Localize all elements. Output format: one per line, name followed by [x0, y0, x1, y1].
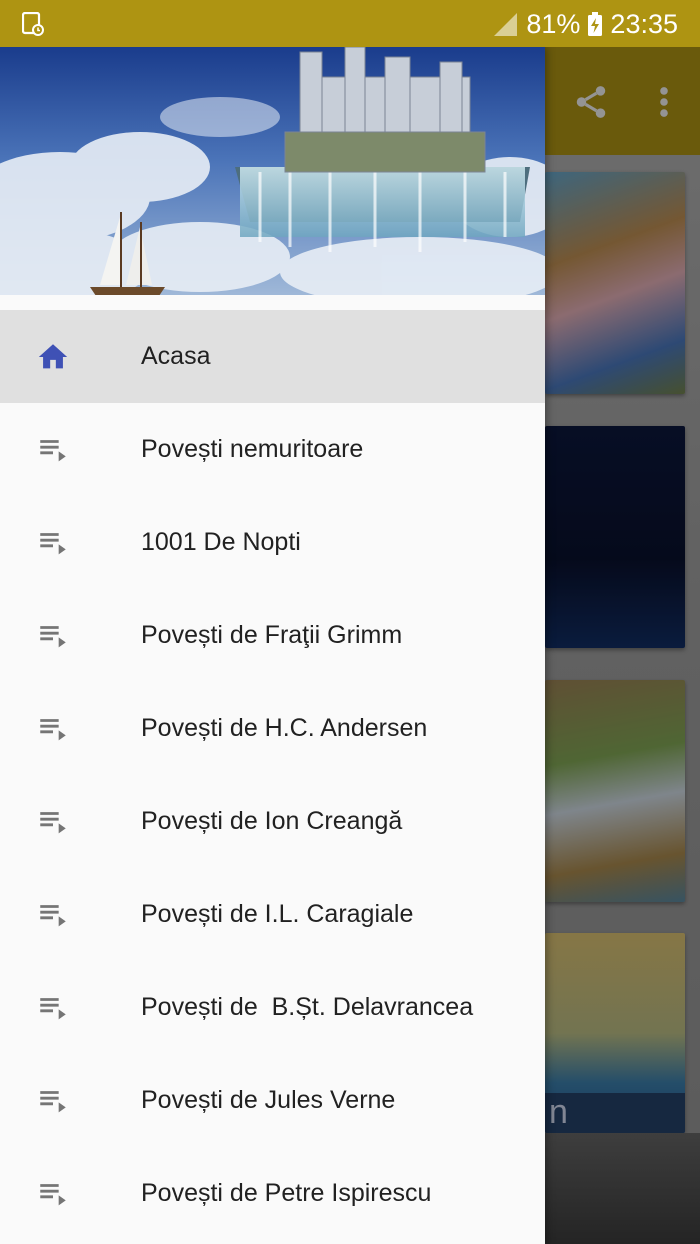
menu-item-caragiale[interactable]: Povești de I.L. Caragiale — [0, 868, 545, 961]
playlist-icon — [40, 719, 66, 741]
status-bar: 81% 23:35 — [0, 0, 700, 47]
battery-charging-icon — [588, 12, 603, 36]
menu-item-jules-verne[interactable]: Povești de Jules Verne — [0, 1054, 545, 1147]
menu-item-delavrancea[interactable]: Povești de B.Șt. Delavrancea — [0, 961, 545, 1054]
notification-icon — [22, 12, 44, 36]
playlist-icon — [40, 440, 66, 462]
playlist-icon — [40, 998, 66, 1020]
playlist-icon — [40, 626, 66, 648]
menu-item-fratii-grimm[interactable]: Povești de Fraţii Grimm — [0, 589, 545, 682]
playlist-icon — [40, 533, 66, 555]
menu-item-label: Povești de Petre Ispirescu — [141, 1179, 432, 1207]
castle-in-clouds-illustration — [0, 47, 545, 295]
menu-item-label: Povești de H.C. Andersen — [141, 714, 428, 742]
navigation-drawer: Acasa Povești nemuritoare 1001 De Nopti … — [0, 47, 545, 1244]
menu-item-label: 1001 De Nopti — [141, 528, 301, 556]
menu-item-label: Povești de Jules Verne — [141, 1086, 396, 1114]
menu-item-label: Povești de B.Șt. Delavrancea — [141, 993, 474, 1021]
menu-item-label: Povești nemuritoare — [141, 435, 364, 463]
home-icon — [38, 344, 68, 369]
menu-item-label: Povești de I.L. Caragiale — [141, 900, 414, 928]
menu-item-acasa[interactable]: Acasa — [0, 310, 545, 403]
signal-icon — [494, 13, 518, 36]
clock: 23:35 — [610, 8, 678, 39]
menu-item-label: Povești de Fraţii Grimm — [141, 621, 403, 649]
playlist-icon — [40, 905, 66, 927]
menu-item-label: Acasa — [141, 342, 211, 370]
menu-item-andersen[interactable]: Povești de H.C. Andersen — [0, 682, 545, 775]
playlist-icon — [40, 1091, 66, 1113]
menu-item-creanga[interactable]: Povești de Ion Creangă — [0, 775, 545, 868]
menu-item-ispirescu[interactable]: Povești de Petre Ispirescu — [0, 1147, 545, 1240]
menu-item-label: Povești de Ion Creangă — [141, 807, 403, 835]
playlist-icon — [40, 1184, 66, 1206]
drawer-header-image — [0, 47, 545, 295]
menu-item-1001-nopti[interactable]: 1001 De Nopti — [0, 496, 545, 589]
playlist-icon — [40, 812, 66, 834]
drawer-menu: Acasa Povești nemuritoare 1001 De Nopti … — [0, 310, 545, 1240]
battery-percent: 81% — [526, 8, 581, 39]
menu-item-povesti-nemuritoare[interactable]: Povești nemuritoare — [0, 403, 545, 496]
